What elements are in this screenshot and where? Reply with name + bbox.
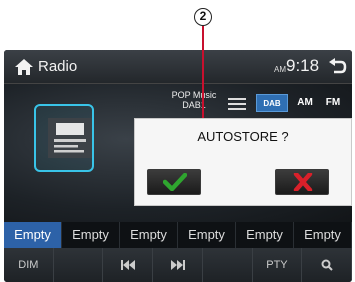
preset-6[interactable]: Empty [294, 222, 352, 248]
dab-digital-audio-broadcasting-logo [48, 118, 92, 158]
cancel-button[interactable] [275, 169, 329, 195]
spacer-button [54, 248, 104, 282]
pty-button[interactable]: PTY [253, 248, 303, 282]
am-pm-indicator: AM [274, 65, 286, 74]
skip-next-icon [170, 260, 185, 271]
preset-bar: Empty Empty Empty Empty Empty Empty [4, 222, 352, 248]
callout-number: 2 [194, 8, 212, 26]
close-icon [293, 173, 313, 191]
station-info: POP Music DAB1 [154, 90, 234, 110]
list-icon[interactable] [228, 98, 246, 110]
dialog-title: AUTOSTORE ? [197, 129, 289, 144]
callout-line [202, 26, 204, 118]
preset-1[interactable]: Empty [4, 222, 62, 248]
home-icon[interactable] [14, 58, 34, 76]
title-bar: Radio AM 9:18 [4, 50, 352, 84]
search-icon [321, 259, 333, 271]
preset-3[interactable]: Empty [120, 222, 178, 248]
station-ensemble: DAB1 [182, 100, 206, 110]
dim-button[interactable]: DIM [4, 248, 54, 282]
band-am-button[interactable]: AM [292, 94, 318, 112]
next-button[interactable] [153, 248, 203, 282]
clock: 9:18 [286, 56, 320, 75]
checkmark-icon [163, 173, 187, 191]
station-name: POP Music [171, 90, 217, 100]
page-title: Radio [38, 58, 78, 75]
previous-button[interactable] [103, 248, 154, 282]
preset-4[interactable]: Empty [178, 222, 236, 248]
preset-5[interactable]: Empty [236, 222, 294, 248]
band-fm-button[interactable]: FM [320, 94, 346, 112]
control-bar: DIM PTY [4, 248, 352, 282]
skip-previous-icon [120, 260, 135, 271]
spacer-button-2 [203, 248, 253, 282]
back-icon[interactable] [327, 58, 347, 76]
search-button[interactable] [302, 248, 352, 282]
band-dab-button[interactable]: DAB [256, 94, 288, 112]
confirm-button[interactable] [147, 169, 201, 195]
autostore-dialog: AUTOSTORE ? [134, 118, 352, 206]
preset-2[interactable]: Empty [62, 222, 120, 248]
